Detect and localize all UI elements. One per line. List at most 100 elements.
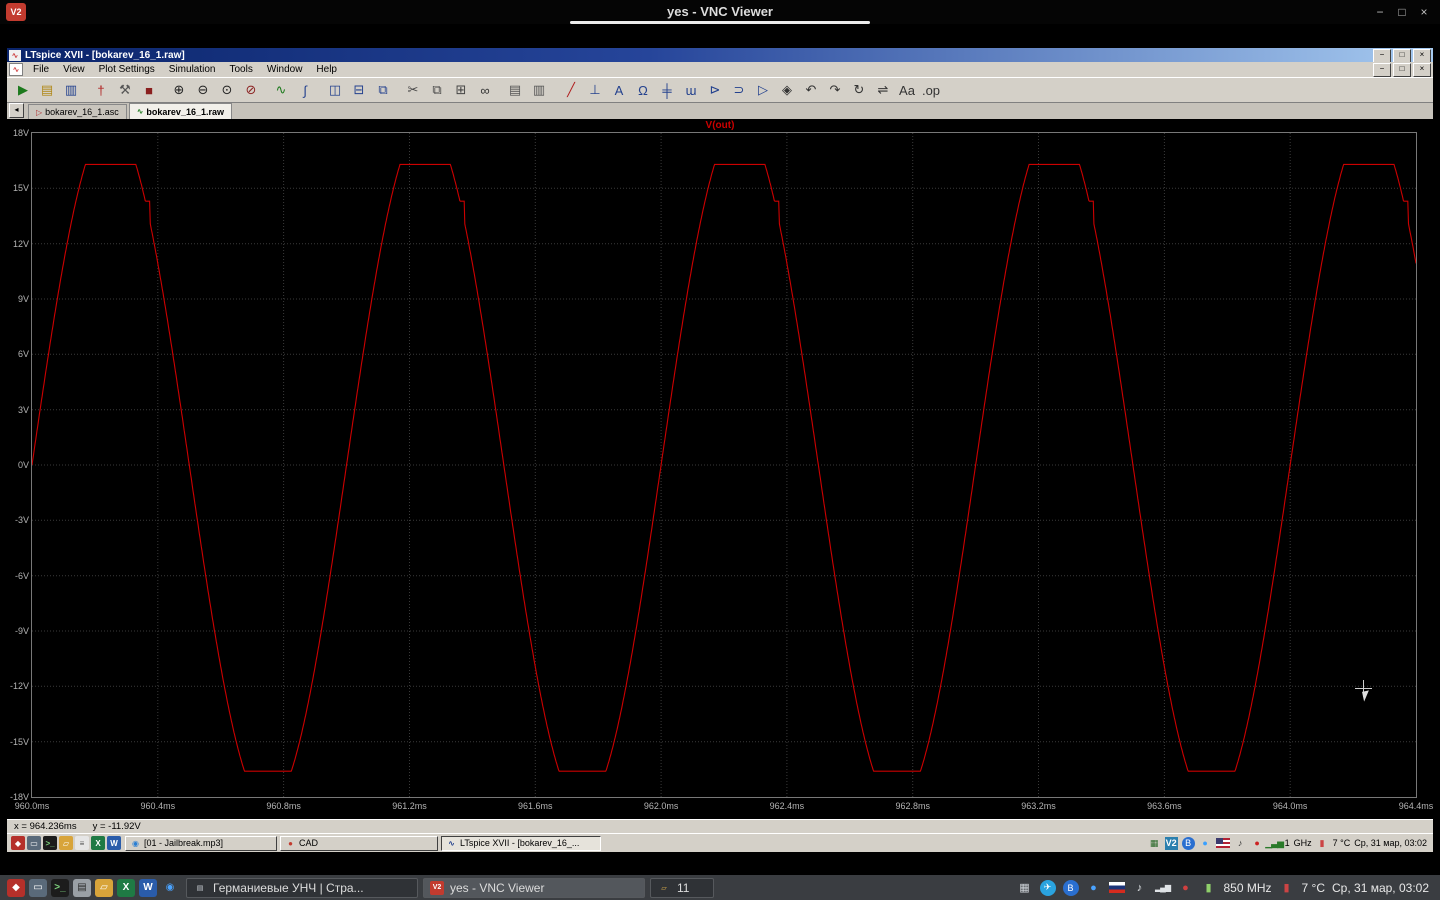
cpu-frequency-unit[interactable]: GHz bbox=[1294, 838, 1312, 848]
volume-icon[interactable]: ♪ bbox=[1234, 837, 1247, 850]
diode-icon[interactable]: ⊳ bbox=[703, 79, 727, 101]
paste-icon[interactable]: ⊞ bbox=[449, 79, 473, 101]
printer-icon[interactable]: ▤ bbox=[73, 878, 91, 897]
ltspice-minimize-button[interactable]: − bbox=[1373, 49, 1391, 63]
child-minimize-button[interactable]: − bbox=[1373, 62, 1391, 77]
undo-icon[interactable]: ↶ bbox=[799, 79, 823, 101]
temperature[interactable]: 7 °C bbox=[1333, 838, 1351, 848]
trace-label[interactable]: V(out) bbox=[7, 120, 1433, 131]
redo-icon[interactable]: ↷ bbox=[823, 79, 847, 101]
cascade-icon[interactable]: ⧉ bbox=[371, 79, 395, 101]
spreadsheet-icon[interactable]: X bbox=[91, 836, 105, 850]
telegram-icon[interactable]: ✈ bbox=[1039, 879, 1056, 896]
notification-icon[interactable]: ● bbox=[1251, 837, 1264, 850]
vnc-server-icon[interactable]: V2 bbox=[1164, 836, 1178, 850]
vnc-viewport[interactable]: ∿ LTspice XVII - [bokarev_16_1.raw] − □ … bbox=[7, 48, 1433, 852]
child-window-icon[interactable]: ∿ bbox=[9, 63, 23, 76]
task-vnc-viewer[interactable]: V2 yes - VNC Viewer bbox=[423, 877, 645, 898]
spreadsheet-icon[interactable]: X bbox=[117, 878, 135, 897]
host-maximize-button[interactable]: □ bbox=[1394, 4, 1410, 20]
resistor-icon[interactable]: Ω bbox=[631, 79, 655, 101]
mirror-icon[interactable]: ⇌ bbox=[871, 79, 895, 101]
display-icon[interactable]: ▭ bbox=[27, 836, 41, 850]
zoom-area-icon[interactable]: ⊘ bbox=[239, 79, 263, 101]
clock[interactable]: Ср, 31 мар, 03:02 bbox=[1354, 838, 1427, 848]
autorange-icon[interactable]: ∿ bbox=[269, 79, 293, 101]
task-browser[interactable]: ▤ Германиевые УНЧ | Стра... bbox=[186, 877, 418, 898]
bluetooth-icon[interactable]: B bbox=[1181, 836, 1195, 850]
tab-schematic[interactable]: ▷ bokarev_16_1.asc bbox=[28, 104, 127, 119]
component-icon[interactable]: ▷ bbox=[751, 79, 775, 101]
writer-icon[interactable]: W bbox=[107, 836, 121, 850]
cpu-frequency-value[interactable]: 1 bbox=[1285, 838, 1290, 848]
cpu-frequency[interactable]: 850 MHz bbox=[1224, 881, 1272, 895]
ltspice-titlebar[interactable]: ∿ LTspice XVII - [bokarev_16_1.raw] − □ … bbox=[7, 48, 1433, 63]
zoom-full-icon[interactable]: ⊙ bbox=[215, 79, 239, 101]
halt-icon[interactable]: ■ bbox=[137, 79, 161, 101]
menu-icon[interactable]: ◆ bbox=[11, 836, 25, 850]
loading-globe-icon[interactable]: ◉ bbox=[161, 879, 179, 897]
wire-icon[interactable]: ╱ bbox=[559, 79, 583, 101]
net-label-icon[interactable]: A bbox=[607, 79, 631, 101]
notification-icon[interactable]: ● bbox=[1178, 880, 1194, 896]
ltspice-restore-button[interactable]: □ bbox=[1393, 49, 1411, 63]
ltspice-close-button[interactable]: × bbox=[1413, 49, 1431, 63]
task-file-manager[interactable]: ▱ 11 bbox=[650, 877, 714, 898]
text-icon[interactable]: Aa bbox=[895, 79, 919, 101]
menu-item[interactable]: Window bbox=[260, 62, 310, 77]
inductor-icon[interactable]: ɯ bbox=[679, 79, 703, 101]
bluetooth-icon[interactable]: B bbox=[1062, 879, 1079, 896]
and-gate-icon[interactable]: ⊃ bbox=[727, 79, 751, 101]
task-ltspice[interactable]: ∿ LTspice XVII - [bokarev_16_... bbox=[441, 835, 601, 851]
tile-vertical-icon[interactable]: ◫ bbox=[323, 79, 347, 101]
task-cad[interactable]: ● CAD bbox=[280, 835, 438, 851]
open-icon[interactable]: ▤ bbox=[35, 79, 59, 101]
control-panel-icon[interactable]: ⚒ bbox=[113, 79, 137, 101]
volume-icon[interactable]: ♪ bbox=[1132, 880, 1148, 896]
terminal-icon[interactable]: >_ bbox=[43, 836, 57, 850]
child-close-button[interactable]: × bbox=[1413, 62, 1431, 77]
zoom-in-icon[interactable]: ⊕ bbox=[167, 79, 191, 101]
network-monitor-icon[interactable]: ▦ bbox=[1148, 837, 1161, 850]
signal-bars-icon[interactable]: ▂▄▆ bbox=[1155, 880, 1171, 896]
waveform-pane[interactable]: V(out) 18V 15V 12V 9V 6V 3V 0V -3V -6V -9V -12V -15… bbox=[7, 119, 1433, 819]
screenshot-icon[interactable]: ▦ bbox=[1017, 880, 1033, 896]
print-icon[interactable]: ▤ bbox=[503, 79, 527, 101]
text-editor-icon[interactable]: ≡ bbox=[75, 836, 89, 850]
tab-scroll-left-button[interactable]: ◂ bbox=[9, 103, 24, 118]
print-preview-icon[interactable]: ▥ bbox=[527, 79, 551, 101]
water-drop-icon[interactable]: ● bbox=[1199, 837, 1212, 850]
copy-icon[interactable]: ⧉ bbox=[425, 79, 449, 101]
menu-item[interactable]: View bbox=[56, 62, 92, 77]
menu-item[interactable]: Tools bbox=[222, 62, 259, 77]
terminal-icon[interactable]: >_ bbox=[51, 878, 69, 897]
ground-icon[interactable]: ⊥ bbox=[583, 79, 607, 101]
vnc-toolbar-handle[interactable] bbox=[570, 21, 870, 24]
cpu-graph-icon[interactable]: ▁▃▅ bbox=[1265, 837, 1284, 850]
menu-item[interactable]: File bbox=[26, 62, 56, 77]
probe-icon[interactable]: † bbox=[89, 79, 113, 101]
spice-directive-icon[interactable]: .op bbox=[919, 79, 943, 101]
water-drop-icon[interactable]: ● bbox=[1086, 880, 1102, 896]
ru-flag-icon[interactable] bbox=[1108, 882, 1125, 893]
move-icon[interactable]: ◈ bbox=[775, 79, 799, 101]
child-restore-button[interactable]: □ bbox=[1393, 62, 1411, 77]
host-minimize-button[interactable]: − bbox=[1372, 4, 1388, 20]
display-icon[interactable]: ▭ bbox=[29, 878, 47, 897]
us-flag-icon[interactable] bbox=[1215, 838, 1230, 848]
menu-item[interactable]: Help bbox=[309, 62, 344, 77]
save-icon[interactable]: ▥ bbox=[59, 79, 83, 101]
cut-icon[interactable]: ✂ bbox=[401, 79, 425, 101]
menu-item[interactable]: Plot Settings bbox=[92, 62, 162, 77]
task-audio-player[interactable]: ◉ [01 - Jailbreak.mp3] bbox=[125, 835, 277, 851]
menu-item[interactable]: Simulation bbox=[162, 62, 223, 77]
run-icon[interactable]: ▶ bbox=[11, 79, 35, 101]
battery-icon[interactable]: ▮ bbox=[1201, 880, 1217, 896]
capacitor-icon[interactable]: ╪ bbox=[655, 79, 679, 101]
plot-settings-icon[interactable]: ∫ bbox=[293, 79, 317, 101]
tab-waveform[interactable]: ∿ bokarev_16_1.raw bbox=[128, 103, 232, 119]
rotate-icon[interactable]: ↻ bbox=[847, 79, 871, 101]
temperature[interactable]: 7 °C bbox=[1302, 881, 1325, 895]
tile-horizontal-icon[interactable]: ⊟ bbox=[347, 79, 371, 101]
zoom-out-icon[interactable]: ⊖ bbox=[191, 79, 215, 101]
